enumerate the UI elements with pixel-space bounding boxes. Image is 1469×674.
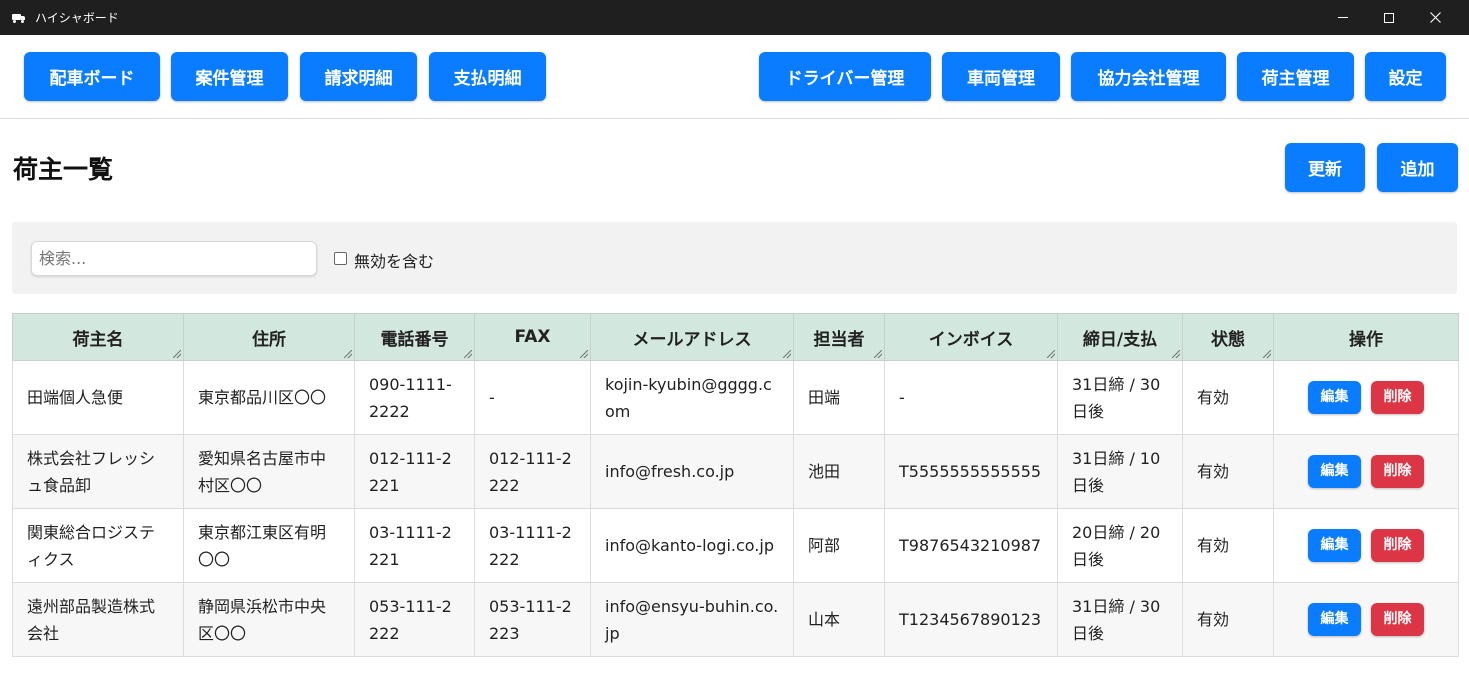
column-header-closing[interactable]: 締日/支払 [1057,313,1183,361]
maximize-icon [1384,12,1394,23]
nav-driver-management-button[interactable]: ドライバー管理 [759,52,931,101]
cell-address: 愛知県名古屋市中村区〇〇 [183,434,355,509]
filter-bar: 無効を含む [12,222,1457,294]
window-title: ハイシャボード [35,11,119,25]
truck-icon [12,13,26,23]
window-titlebar: ハイシャボード [0,0,1469,35]
close-icon [1429,12,1441,23]
column-header-address[interactable]: 住所 [183,313,355,361]
nav-settings-button[interactable]: 設定 [1365,52,1446,101]
cell-fax: 012-111-2222 [474,434,591,509]
edit-button[interactable]: 編集 [1308,381,1361,414]
resize-grip-icon[interactable] [783,350,791,358]
column-header-invoice[interactable]: インボイス [884,313,1058,361]
table-row: 株式会社フレッシュ食品卸 愛知県名古屋市中村区〇〇 012-111-2221 0… [12,434,1459,509]
top-nav: 配車ボード 案件管理 請求明細 支払明細 ドライバー管理 車両管理 協力会社管理… [0,35,1469,119]
cell-person: 山本 [793,582,885,657]
cell-invoice: T9876543210987 [884,508,1058,583]
cell-phone: 012-111-2221 [354,434,475,509]
cell-actions: 編集 削除 [1273,434,1459,509]
column-header-person[interactable]: 担当者 [793,313,885,361]
column-header-email[interactable]: メールアドレス [590,313,794,361]
cell-phone: 03-1111-2221 [354,508,475,583]
edit-button[interactable]: 編集 [1308,455,1361,488]
cell-closing: 31日締 / 30日後 [1057,360,1183,435]
table-row: 田端個人急便 東京都品川区〇〇 090-1111-2222 - kojin-ky… [12,360,1459,435]
cell-closing: 31日締 / 30日後 [1057,582,1183,657]
cell-email: info@kanto-logi.co.jp [590,508,794,583]
cell-person: 池田 [793,434,885,509]
cell-address: 静岡県浜松市中央区〇〇 [183,582,355,657]
status-badge: 有効 [1182,508,1274,583]
cell-email: info@fresh.co.jp [590,434,794,509]
delete-button[interactable]: 削除 [1371,381,1424,414]
resize-grip-icon[interactable] [1263,350,1271,358]
cell-invoice: T1234567890123 [884,582,1058,657]
delete-button[interactable]: 削除 [1371,603,1424,636]
cell-phone: 053-111-2222 [354,582,475,657]
cell-fax: - [474,360,591,435]
cell-person: 阿部 [793,508,885,583]
delete-button[interactable]: 削除 [1371,529,1424,562]
edit-button[interactable]: 編集 [1308,529,1361,562]
resize-grip-icon[interactable] [1047,350,1055,358]
column-header-status[interactable]: 状態 [1182,313,1274,361]
cell-fax: 053-111-2223 [474,582,591,657]
refresh-button[interactable]: 更新 [1285,143,1365,192]
shipper-table: 荷主名 住所 電話番号 FAX メールアドレス 担当者 インボイス 締日/支払 … [12,313,1459,657]
table-row: 遠州部品製造株式会社 静岡県浜松市中央区〇〇 053-111-2222 053-… [12,582,1459,657]
maximize-button[interactable] [1366,0,1412,35]
edit-button[interactable]: 編集 [1308,603,1361,636]
column-header-phone[interactable]: 電話番号 [354,313,475,361]
nav-billing-details-button[interactable]: 請求明細 [300,52,417,101]
nav-dispatch-board-button[interactable]: 配車ボード [24,52,160,101]
status-badge: 有効 [1182,360,1274,435]
cell-fax: 03-1111-2222 [474,508,591,583]
resize-grip-icon[interactable] [344,350,352,358]
minimize-button[interactable] [1320,0,1366,35]
cell-email: kojin-kyubin@gggg.com [590,360,794,435]
resize-grip-icon[interactable] [580,350,588,358]
cell-actions: 編集 削除 [1273,582,1459,657]
search-input[interactable] [31,241,317,276]
cell-shipper-name: 遠州部品製造株式会社 [12,582,184,657]
include-inactive-label: 無効を含む [354,252,435,271]
cell-invoice: T5555555555555 [884,434,1058,509]
minimize-icon [1338,17,1348,18]
table-row: 関東総合ロジスティクス 東京都江東区有明〇〇 03-1111-2221 03-1… [12,508,1459,583]
resize-grip-icon[interactable] [1172,350,1180,358]
status-badge: 有効 [1182,582,1274,657]
resize-grip-icon[interactable] [173,350,181,358]
resize-grip-icon[interactable] [464,350,472,358]
cell-shipper-name: 田端個人急便 [12,360,184,435]
cell-email: info@ensyu-buhin.co.jp [590,582,794,657]
cell-closing: 20日締 / 20日後 [1057,508,1183,583]
table-header-row: 荷主名 住所 電話番号 FAX メールアドレス 担当者 インボイス 締日/支払 … [12,313,1459,361]
nav-shipper-management-button[interactable]: 荷主管理 [1237,52,1354,101]
cell-closing: 31日締 / 10日後 [1057,434,1183,509]
column-header-actions: 操作 [1273,313,1459,361]
cell-address: 東京都品川区〇〇 [183,360,355,435]
nav-payment-details-button[interactable]: 支払明細 [429,52,546,101]
resize-grip-icon[interactable] [874,350,882,358]
nav-case-management-button[interactable]: 案件管理 [171,52,288,101]
column-header-fax[interactable]: FAX [474,313,591,361]
cell-actions: 編集 削除 [1273,360,1459,435]
cell-shipper-name: 関東総合ロジスティクス [12,508,184,583]
cell-shipper-name: 株式会社フレッシュ食品卸 [12,434,184,509]
cell-actions: 編集 削除 [1273,508,1459,583]
column-header-shipper-name[interactable]: 荷主名 [12,313,184,361]
cell-address: 東京都江東区有明〇〇 [183,508,355,583]
status-badge: 有効 [1182,434,1274,509]
delete-button[interactable]: 削除 [1371,455,1424,488]
include-inactive-checkbox[interactable] [334,252,347,265]
nav-partner-management-button[interactable]: 協力会社管理 [1071,52,1226,101]
cell-person: 田端 [793,360,885,435]
nav-vehicle-management-button[interactable]: 車両管理 [942,52,1060,101]
add-button[interactable]: 追加 [1377,143,1458,192]
close-button[interactable] [1412,0,1458,35]
page-title: 荷主一覧 [13,155,114,184]
cell-invoice: - [884,360,1058,435]
cell-phone: 090-1111-2222 [354,360,475,435]
